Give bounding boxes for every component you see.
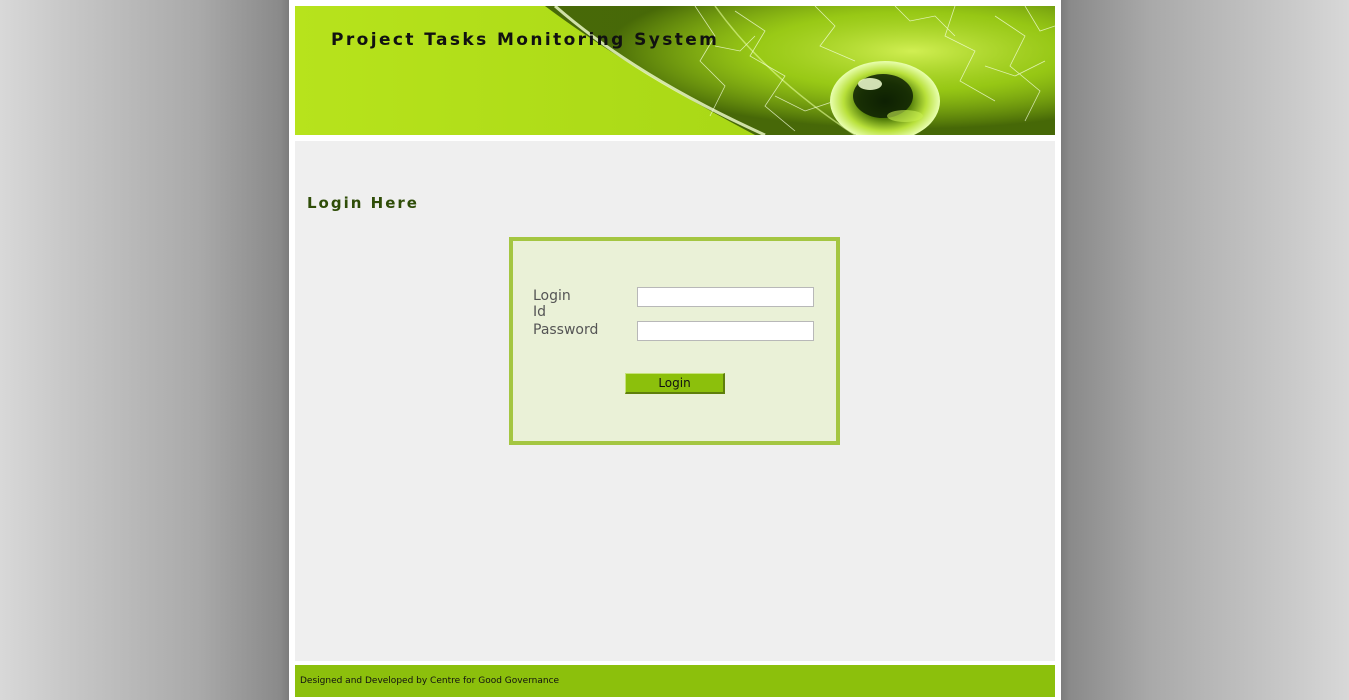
login-form: Login Id Password Login — [509, 237, 840, 445]
password-input[interactable] — [637, 321, 814, 341]
footer: Designed and Developed by Centre for Goo… — [295, 665, 1055, 697]
password-label: Password — [533, 322, 599, 338]
footer-credit: Designed and Developed by Centre for Goo… — [300, 676, 560, 686]
login-button[interactable]: Login — [625, 373, 725, 394]
page-container: Project Tasks Monitoring System Login He… — [289, 0, 1061, 700]
login-id-input[interactable] — [637, 287, 814, 307]
header-banner: Project Tasks Monitoring System — [295, 6, 1055, 135]
banner-droplet-image — [295, 6, 1055, 135]
login-id-label: Login Id — [533, 288, 571, 320]
main-content: Login Here Login Id Password Login — [295, 141, 1055, 661]
login-heading: Login Here — [307, 194, 419, 212]
site-title: Project Tasks Monitoring System — [331, 30, 720, 50]
